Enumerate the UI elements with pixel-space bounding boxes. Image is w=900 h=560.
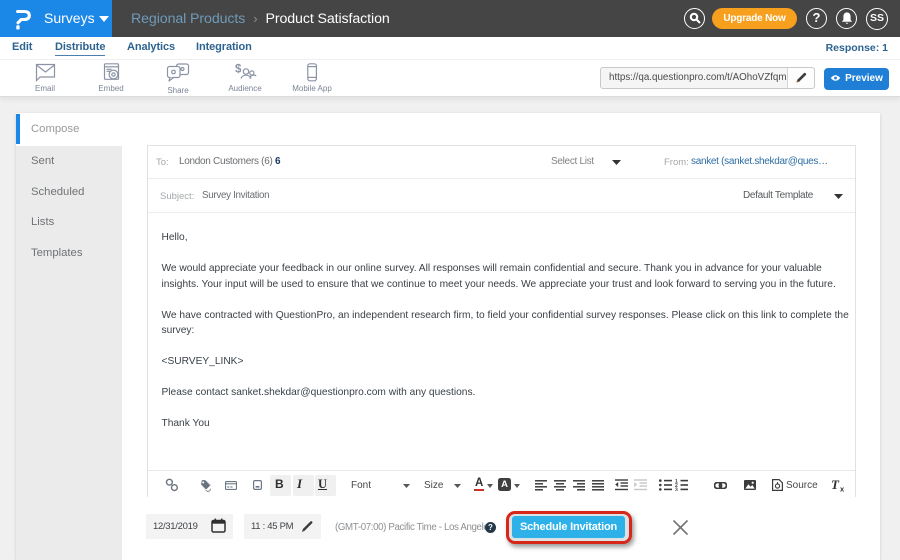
svg-text:3: 3 xyxy=(675,487,678,491)
svg-text:T: T xyxy=(831,478,840,492)
svg-text:x: x xyxy=(840,485,845,493)
svg-text:$: $ xyxy=(235,64,242,76)
